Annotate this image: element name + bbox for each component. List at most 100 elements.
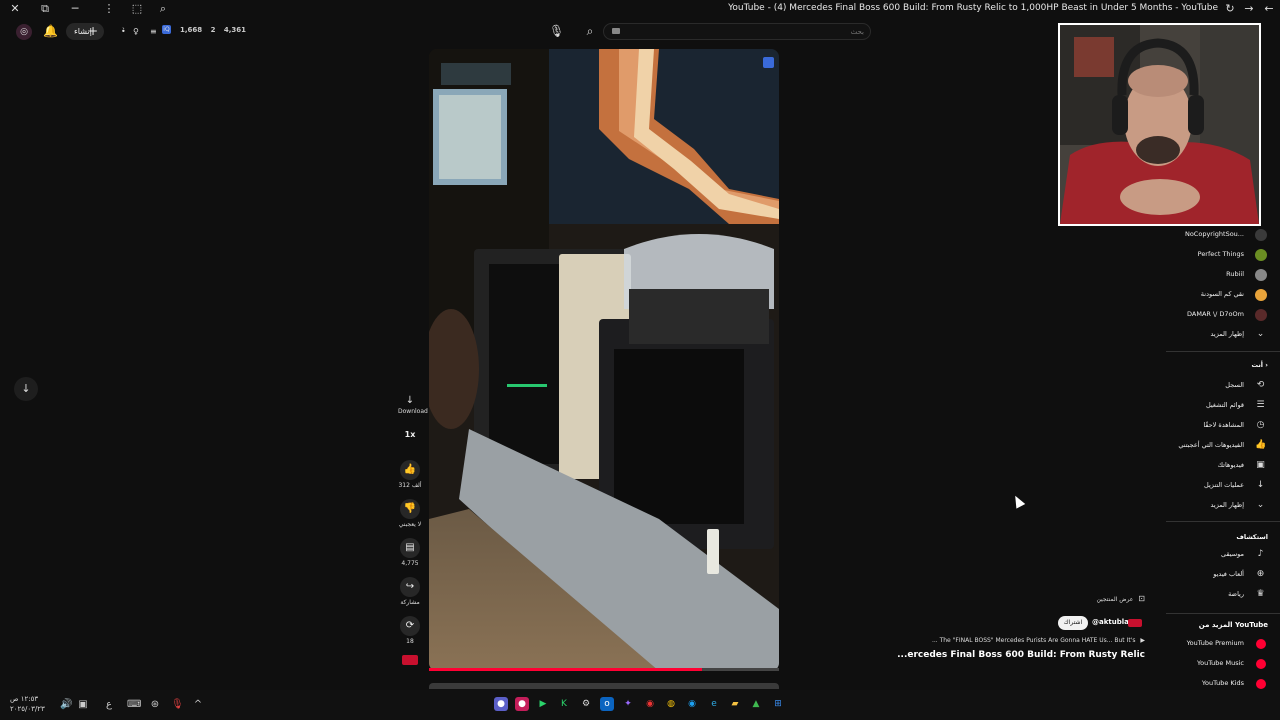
share-button[interactable]: ↪ مشاركة — [398, 577, 422, 606]
channel-handle[interactable]: @aktubla — [1092, 618, 1129, 626]
sidebar-item-youtube-premium[interactable]: YouTube Premium — [1158, 637, 1268, 651]
channel-avatar[interactable] — [1128, 619, 1142, 627]
display-icon[interactable]: ▣ — [77, 699, 89, 710]
edge-icon[interactable]: e — [707, 697, 721, 711]
sidebar-item-your-videos[interactable]: فيديوهاتك ▣ — [1158, 459, 1268, 473]
sidebar-item-watch-later[interactable]: المشاهدة لاحقًا ◷ — [1158, 419, 1268, 433]
comments-button[interactable]: ▤ 4,775 — [398, 538, 422, 567]
extension-b-icon[interactable]: ♀ — [133, 25, 139, 39]
view-products-button[interactable]: عرض المنتجين ⊡ — [1085, 594, 1145, 609]
show-more-subscriptions[interactable]: إظهار المزيد ⌄ — [1158, 328, 1268, 342]
remix-button[interactable]: ⟳ 18 — [398, 616, 422, 645]
create-button[interactable]: إنشاء + — [66, 23, 104, 40]
speed-button[interactable]: 1x — [398, 430, 422, 439]
language-icon[interactable]: ع — [103, 699, 115, 710]
chevron-up-icon[interactable]: ^ — [192, 699, 204, 710]
record-icon[interactable]: ◉ — [643, 697, 657, 711]
speaker-icon[interactable]: 🔊 — [60, 699, 72, 710]
subscription-label: Rubiil — [1226, 270, 1244, 278]
minimize-icon[interactable]: ─ — [68, 2, 82, 16]
video-description[interactable]: ... The "FINAL BOSS" Mercedes Purists Ar… — [900, 637, 1145, 644]
recorder-icon[interactable]: ● — [515, 697, 529, 711]
folder-icon[interactable]: ▰ — [728, 697, 742, 711]
extension-d-icon[interactable]: iQ — [162, 25, 171, 34]
chrome-icon[interactable]: ◍ — [664, 697, 678, 711]
clock-icon: ◷ — [1256, 420, 1265, 430]
sidebar-item-youtube-kids[interactable]: YouTube Kids — [1158, 677, 1268, 691]
subscription-item[interactable]: Perfect Things — [1158, 248, 1268, 262]
show-more-you[interactable]: إظهار المزيد ⌄ — [1158, 499, 1268, 513]
restore-icon[interactable]: ⧉ — [38, 2, 52, 16]
you-section-header[interactable]: أنت › — [1251, 361, 1268, 369]
subscribe-button[interactable]: اشتراك — [1058, 616, 1088, 630]
search-input[interactable] — [664, 26, 864, 38]
subscription-item[interactable]: NoCopyrightSou... — [1158, 228, 1268, 242]
dislike-button[interactable]: 👎 لا يعجبني — [398, 499, 422, 528]
extension-a-icon[interactable]: •̀ — [121, 25, 126, 39]
channel-avatar — [1255, 249, 1267, 261]
settings-icon[interactable]: ⚙ — [579, 697, 593, 711]
trophy-icon: ♛ — [1256, 589, 1265, 599]
thumbs-up-icon: 👍 — [1255, 440, 1267, 450]
download-button[interactable]: ↓ Download — [398, 395, 428, 415]
chevron-down-icon: ⌄ — [1256, 329, 1265, 339]
next-video-button[interactable]: ↓ — [14, 377, 38, 401]
play-icon: ▶ — [1140, 637, 1145, 644]
microphone-icon[interactable]: 🎙 — [549, 24, 564, 40]
sidebar-item-sports[interactable]: رياضة ♛ — [1158, 588, 1268, 602]
sidebar-item-youtube-music[interactable]: YouTube Music — [1158, 657, 1268, 671]
channel-avatar — [1255, 229, 1267, 241]
sidebar-item-playlists[interactable]: قوائم التشغيل ☰ — [1158, 399, 1268, 413]
sidebar-item-label: YouTube Music — [1197, 659, 1244, 667]
sidebar-item-label: YouTube Premium — [1186, 639, 1244, 647]
back-icon[interactable]: ← — [1262, 2, 1276, 16]
teams-icon[interactable]: ● — [494, 697, 508, 711]
progress-bar[interactable] — [429, 668, 779, 671]
play-app-icon[interactable]: ▶ — [536, 697, 550, 711]
search-icon[interactable]: ⌕ — [583, 24, 597, 40]
more-from-youtube-header: المزيد من YouTube — [1198, 621, 1268, 629]
sound-button[interactable] — [398, 655, 422, 665]
microphone-icon[interactable]: 🎙 — [171, 699, 184, 710]
sidebar-item-downloads[interactable]: عمليات التنزيل ↓ — [1158, 479, 1268, 493]
subscription-item[interactable]: نقي كم السودنة — [1158, 288, 1268, 302]
browser-icon[interactable]: ◉ — [685, 697, 699, 711]
extension-icon[interactable]: ⬚ — [130, 2, 144, 16]
playlist-icon: ☰ — [1256, 400, 1265, 410]
sidebar-item-liked-videos[interactable]: الفيديوهات التي أعجبتني 👍 — [1158, 439, 1268, 453]
capcut-icon[interactable]: K — [557, 697, 571, 711]
sidebar-item-label: ألعاب فيديو — [1213, 570, 1244, 578]
copilot-icon[interactable]: ✦ — [621, 697, 635, 711]
subscription-item[interactable]: DAMAR \/ D7oOm — [1158, 308, 1268, 322]
speed-label: 1x — [404, 430, 416, 439]
plus-icon: + — [87, 24, 98, 38]
forward-icon[interactable]: → — [1242, 2, 1256, 16]
thumbs-up-icon: 👍 — [400, 460, 420, 480]
photos-icon[interactable]: ▲ — [749, 697, 763, 711]
extension-c-icon[interactable]: ≡ — [150, 25, 157, 39]
sidebar-item-gaming[interactable]: ألعاب فيديو ⊕ — [1158, 568, 1268, 582]
search-bar[interactable] — [603, 23, 871, 40]
keyboard-icon[interactable]: ⌨ — [127, 699, 141, 710]
shorts-player[interactable] — [429, 49, 779, 671]
outlook-icon[interactable]: o — [600, 697, 614, 711]
zoom-icon[interactable]: ⌕ — [156, 2, 170, 16]
sidebar-item-history[interactable]: السجل ⟲ — [1158, 379, 1268, 393]
like-button[interactable]: 👍 312 ألف — [398, 460, 422, 489]
next-short-peek[interactable] — [429, 683, 779, 689]
menu-dots-icon[interactable]: ⋮ — [102, 2, 116, 16]
divider — [1166, 521, 1280, 522]
network-icon[interactable]: ⊛ — [149, 699, 161, 710]
notifications-icon[interactable]: 🔔 — [43, 24, 58, 38]
start-icon[interactable]: ⊞ — [771, 697, 785, 711]
keyboard-icon[interactable] — [612, 28, 620, 34]
avatar[interactable]: ◎ — [16, 24, 32, 40]
close-icon[interactable]: ✕ — [8, 2, 22, 16]
channel-avatar — [1255, 289, 1267, 301]
reload-icon[interactable]: ↻ — [1223, 2, 1237, 16]
clock[interactable]: ١٢:٥٣ ص ٢٠٢٥/٠٣/٢٣ — [10, 694, 45, 714]
subscription-item[interactable]: Rubiil — [1158, 268, 1268, 282]
video-title[interactable]: ...ercedes Final Boss 600 Build: From Ru… — [860, 650, 1145, 660]
clock-date: ٢٠٢٥/٠٣/٢٣ — [10, 705, 45, 713]
sidebar-item-music[interactable]: موسيقى ♪ — [1158, 548, 1268, 562]
